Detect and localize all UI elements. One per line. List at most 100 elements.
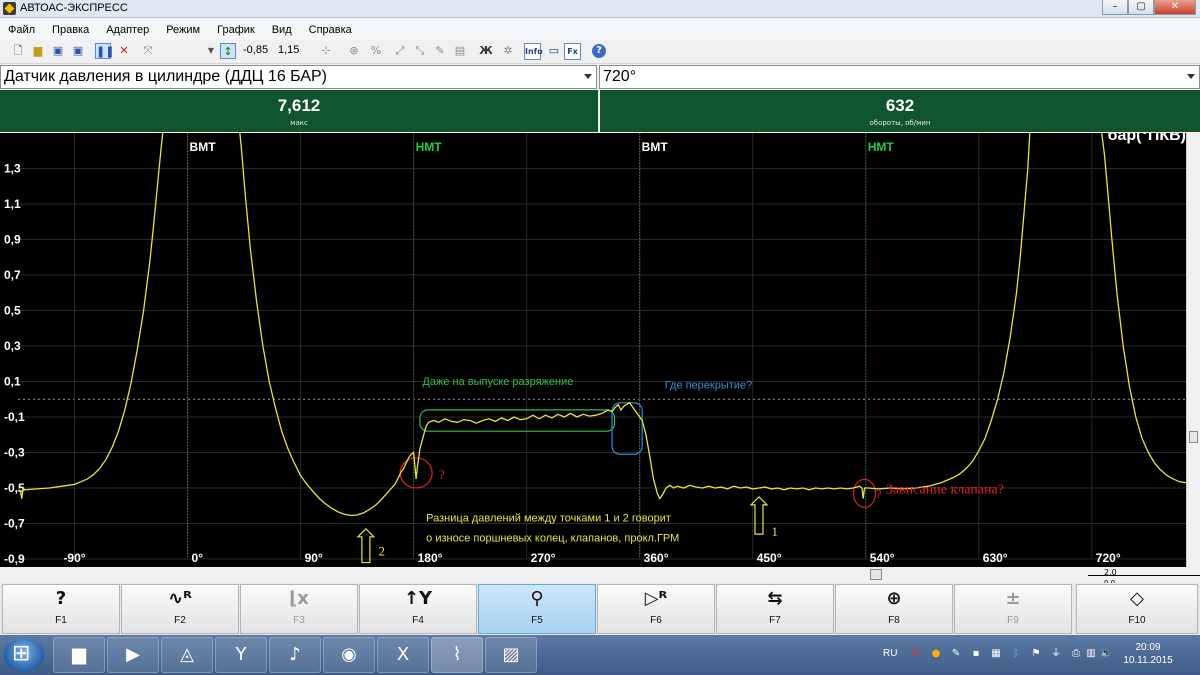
bold-toggle[interactable]: Ж	[478, 43, 494, 59]
target-icon[interactable]: ⊛	[346, 43, 362, 59]
rpm-panel: 632 обороты, об/мин	[600, 90, 1200, 132]
f1-label: F1	[55, 615, 67, 626]
image-viewer-icon[interactable]: ▨	[485, 637, 537, 673]
f8-crosshair-button[interactable]: ⊕ F8	[835, 584, 953, 634]
tray-grid-icon[interactable]: ▦	[990, 648, 1002, 660]
f5-probe-button[interactable]: ⚲ F5	[478, 584, 596, 634]
f9-plus-minus-button[interactable]: ± F9	[954, 584, 1072, 634]
open-folder-icon[interactable]: ▆	[30, 43, 46, 59]
autoscale-icon[interactable]: ↕	[220, 43, 236, 59]
opera-icon[interactable]: O	[910, 648, 922, 660]
spark-icon[interactable]: ✲	[500, 43, 516, 59]
vertical-scroll-thumb[interactable]	[1189, 431, 1198, 443]
marker-icon: ▷ᴿ	[644, 588, 668, 609]
y-tick-label: 1,1	[4, 197, 21, 211]
info-button[interactable]: Info	[524, 43, 543, 60]
y-tick-label: 0,3	[4, 339, 21, 353]
scale-min-value[interactable]: -0,85	[243, 44, 268, 56]
menu-bar: Файл Правка Адаптер Режим График Вид Спр…	[0, 19, 1200, 40]
annotation-question-2: ?	[876, 487, 882, 502]
fx-button[interactable]: Fx	[564, 43, 581, 60]
menu-adapter[interactable]: Адаптер	[106, 24, 149, 36]
audio-icon[interactable]: ♪	[269, 637, 321, 673]
max-pressure-caption: макс	[290, 119, 308, 127]
taskbar: ▆ ▶ ◬ Y ♪ ◉ X ⌇ ▨ RU O ● ✎ ▪ ▦ ᛒ ⚑ ⏚ ⎙ ▥…	[0, 635, 1200, 675]
tray-app-icon[interactable]: ▪	[970, 648, 982, 660]
menu-help[interactable]: Справка	[309, 24, 352, 36]
signal-icon[interactable]: ⊹	[318, 43, 334, 59]
save-as-icon[interactable]: ▣	[70, 43, 86, 59]
annotation-point-2: 2	[378, 543, 385, 558]
printer-icon[interactable]: ⎙	[1070, 648, 1082, 660]
menu-edit[interactable]: Правка	[52, 24, 89, 36]
f10-exit-button[interactable]: ◇ F10	[1076, 584, 1198, 634]
horizontal-scroll-thumb[interactable]	[870, 569, 882, 580]
yandex-browser-icon[interactable]: Y	[215, 637, 267, 673]
volume-icon[interactable]: 🔈	[1100, 648, 1112, 660]
horizontal-scrollbar[interactable]	[0, 567, 1186, 583]
tdc-bdc-label: ВМТ	[190, 140, 217, 154]
edit-icon[interactable]: ✎	[432, 43, 448, 59]
scale-max-value[interactable]: 1,15	[278, 44, 299, 56]
start-button[interactable]	[4, 638, 44, 672]
network-icon[interactable]: ▥	[1085, 648, 1097, 660]
oscilloscope-icon[interactable]: ⌇	[431, 637, 483, 673]
annotation-overlap: Где перекрытие?	[665, 380, 752, 392]
f7-swap-button[interactable]: ⇆ F7	[716, 584, 834, 634]
pause-icon[interactable]: ❚❚	[95, 43, 114, 59]
f9-label: F9	[1007, 615, 1019, 626]
close-button[interactable]: ✕	[1154, 0, 1196, 15]
menu-graph[interactable]: График	[217, 24, 255, 36]
chrome-icon[interactable]: ◉	[323, 637, 375, 673]
clock[interactable]: 20:09 10.11.2015	[1118, 641, 1178, 667]
dropdown-arrow-icon[interactable]: ▼	[203, 43, 219, 59]
image-icon[interactable]: ▤	[452, 43, 468, 59]
save-icon[interactable]: ▣	[50, 43, 66, 59]
usb-icon[interactable]: ⏚	[1050, 648, 1062, 660]
app-logo-icon	[3, 2, 16, 15]
new-file-icon[interactable]: 🗋	[10, 43, 26, 59]
window-controls: – ▢ ✕	[1102, 0, 1196, 16]
excel-icon[interactable]: X	[377, 637, 429, 673]
annotation-point-1: 1	[772, 524, 779, 539]
f4-y-axis-button[interactable]: ↑Y F4	[359, 584, 477, 634]
y-tick-label: 1,3	[4, 162, 21, 176]
annotation-valve-hang: Зависание клапана?	[886, 482, 1004, 497]
chevron-down-icon	[584, 74, 592, 79]
autoas-icon[interactable]: ◬	[161, 637, 213, 673]
pressure-chart[interactable]: ВМТ НМТ ВМТ НМТ 1,3 1,1 0,9 0,7 0,5 0,3 0,1 -0,1 -0…	[0, 133, 1186, 567]
f3-x-axis-button[interactable]: ⌊x F3	[240, 584, 358, 634]
range-select[interactable]: 720°	[599, 65, 1200, 89]
minimize-button[interactable]: –	[1102, 0, 1128, 15]
monitor-icon[interactable]: ▭	[546, 43, 562, 59]
tray-orange-icon[interactable]: ●	[930, 648, 942, 660]
f1-help-button[interactable]: ? F1	[2, 584, 120, 634]
help-icon[interactable]: ?	[592, 44, 606, 58]
f2-wave-button[interactable]: ∿ᴿ F2	[121, 584, 239, 634]
annotation-pressure-diff-line1: Разница давлений между точками 1 и 2 гов…	[426, 513, 671, 525]
tray-feather-icon[interactable]: ✎	[950, 648, 962, 660]
percent-icon[interactable]: %	[368, 43, 384, 59]
curve-left-icon[interactable]: ⤢	[392, 43, 408, 59]
sensor-select[interactable]: Датчик давления в цилиндре (ДДЦ 16 БАР)	[0, 65, 597, 89]
menu-file[interactable]: Файл	[8, 24, 35, 36]
bluetooth-icon[interactable]: ᛒ	[1010, 648, 1022, 660]
max-pressure-panel: 7,612 макс	[0, 90, 598, 132]
menu-mode[interactable]: Режим	[166, 24, 200, 36]
mini-level-scale: 2,0 0,0	[1088, 567, 1200, 587]
maximize-button[interactable]: ▢	[1128, 0, 1154, 15]
f6-marker-button[interactable]: ▷ᴿ F6	[597, 584, 715, 634]
flag-icon[interactable]: ⚑	[1030, 648, 1042, 660]
vertical-scrollbar[interactable]	[1186, 133, 1200, 567]
chevron-down-icon	[1187, 74, 1195, 79]
rpm-caption: обороты, об/мин	[869, 119, 931, 127]
cursor-icon[interactable]: ⤧	[140, 43, 156, 59]
menu-view[interactable]: Вид	[272, 24, 292, 36]
folder-icon[interactable]: ▆	[53, 637, 105, 673]
media-player-icon[interactable]: ▶	[107, 637, 159, 673]
x-tick-label: 450°	[757, 551, 782, 565]
curve-right-icon[interactable]: ⤡	[412, 43, 428, 59]
tdc-bdc-label: НМТ	[416, 140, 443, 154]
language-indicator[interactable]: RU	[883, 648, 897, 659]
record-icon[interactable]: ✕	[116, 43, 132, 59]
